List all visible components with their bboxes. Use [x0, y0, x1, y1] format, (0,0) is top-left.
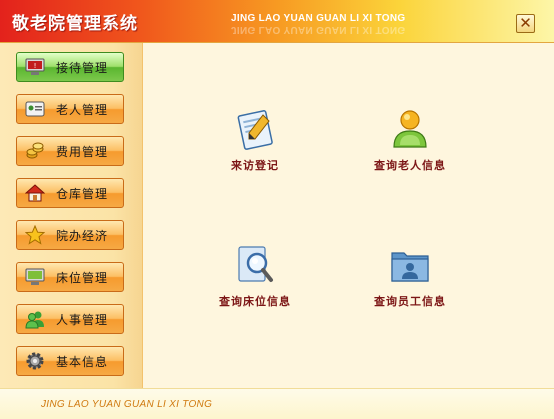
visit-register-icon — [233, 107, 277, 151]
app-subtitle: JING LAO YUAN GUAN LI XI TONG — [231, 13, 406, 24]
footer-text: JING LAO YUAN GUAN LI XI TONG — [41, 399, 213, 410]
sidebar-item-label: 人事管理 — [56, 312, 109, 327]
tile-label: 来访登记 — [231, 159, 279, 172]
tile-query-employees[interactable]: 查询员工信息 — [360, 243, 460, 309]
app-title: 敬老院管理系统 — [12, 14, 138, 34]
coins-icon — [25, 141, 45, 161]
sidebar-item-warehouse[interactable]: 仓库管理 — [16, 178, 124, 208]
sidebar-item-reception[interactable]: ! 接待管理 — [16, 52, 124, 82]
reception-monitor-icon: ! — [25, 57, 45, 77]
tile-label: 查询员工信息 — [374, 295, 446, 308]
close-button[interactable]: ✕ — [516, 14, 535, 33]
tile-query-beds[interactable]: 查询床位信息 — [205, 243, 305, 309]
sidebar-item-label: 费用管理 — [56, 144, 109, 159]
sidebar: ! 接待管理 老人管理 费用管理 仓库管理 院办经济 床位管理 人事管理 基本信… — [0, 43, 143, 388]
svg-text:!: ! — [34, 62, 37, 70]
sidebar-item-label: 床位管理 — [56, 270, 109, 285]
employee-folder-icon — [388, 243, 432, 287]
tile-query-elderly[interactable]: 查询老人信息 — [360, 107, 460, 173]
sidebar-item-basic-info[interactable]: 基本信息 — [16, 346, 124, 376]
sidebar-item-elderly[interactable]: 老人管理 — [16, 94, 124, 124]
sidebar-item-label: 接待管理 — [56, 60, 109, 75]
main-panel: 来访登记 查询老人信息 查询床位信息 查询员工信息 — [143, 43, 554, 388]
sidebar-item-fees[interactable]: 费用管理 — [16, 136, 124, 166]
app-subtitle-reflection: JING LAO YUAN GUAN LI XI TONG — [231, 24, 406, 35]
sidebar-item-beds[interactable]: 床位管理 — [16, 262, 124, 292]
footer: JING LAO YUAN GUAN LI XI TONG — [0, 388, 554, 419]
close-icon: ✕ — [519, 14, 532, 32]
house-icon — [25, 183, 45, 203]
person-icon — [388, 107, 432, 151]
window-body: ! 接待管理 老人管理 费用管理 仓库管理 院办经济 床位管理 人事管理 基本信… — [0, 43, 554, 388]
tile-label: 查询床位信息 — [219, 295, 291, 308]
sidebar-item-label: 基本信息 — [56, 354, 109, 369]
bed-monitor-icon — [25, 267, 45, 287]
magnifier-document-icon — [233, 243, 277, 287]
id-card-icon — [25, 99, 45, 119]
title-bar: 敬老院管理系统 JING LAO YUAN GUAN LI XI TONG JI… — [0, 0, 554, 43]
sidebar-item-label: 院办经济 — [56, 228, 109, 243]
star-icon — [25, 225, 45, 245]
tile-label: 查询老人信息 — [374, 159, 446, 172]
tile-visit-register[interactable]: 来访登记 — [205, 107, 305, 173]
sidebar-item-personnel[interactable]: 人事管理 — [16, 304, 124, 334]
sidebar-item-label: 仓库管理 — [56, 186, 109, 201]
gear-icon — [25, 351, 45, 371]
sidebar-item-label: 老人管理 — [56, 102, 109, 117]
people-icon — [25, 309, 45, 329]
sidebar-item-economy[interactable]: 院办经济 — [16, 220, 124, 250]
